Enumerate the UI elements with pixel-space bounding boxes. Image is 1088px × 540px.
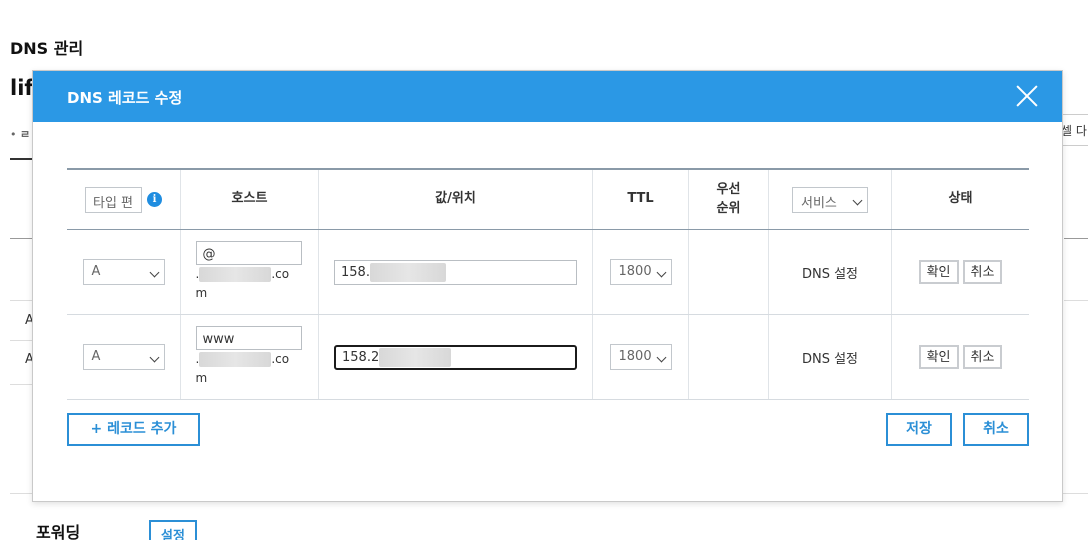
record-type-select[interactable]: A xyxy=(82,344,165,370)
ttl-cell: 1800 xyxy=(593,315,689,399)
table-header-row: 타입 편 i 호스트 값/위치 TTL 우선 순위 서비스 상태 xyxy=(67,170,1029,230)
confirm-button[interactable]: 확인 xyxy=(918,345,959,369)
tab-partial: • ㄹ xyxy=(10,128,31,141)
row-cancel-button[interactable]: 취소 xyxy=(962,345,1003,369)
dns-record-edit-modal: DNS 레코드 수정 타입 편 i 호스트 값/위치 TTL 우선순위 서비스 xyxy=(32,70,1063,502)
add-record-button[interactable]: + 레코드 추가 xyxy=(67,413,200,446)
value-input[interactable]: 158.2 xyxy=(334,344,577,370)
service-select-label: 서비스 xyxy=(801,195,837,211)
divider xyxy=(10,238,32,239)
ttl-value: 1800 xyxy=(618,349,652,364)
divider xyxy=(10,384,32,385)
domain-title: lif xyxy=(10,76,34,100)
redacted-ip xyxy=(369,262,446,282)
modal-title: DNS 레코드 수정 xyxy=(67,89,183,107)
service-header: 서비스 xyxy=(769,170,892,229)
status-cell: 확인 취소 xyxy=(892,230,1029,314)
redacted-domain xyxy=(199,267,272,283)
chevron-down-icon xyxy=(656,267,666,278)
record-type-value: A xyxy=(91,264,101,279)
confirm-button[interactable]: 확인 xyxy=(918,260,959,284)
chevron-down-icon xyxy=(852,195,863,205)
chevron-down-icon xyxy=(656,352,666,363)
ttl-select[interactable]: 1800 xyxy=(609,344,672,370)
modal-header: DNS 레코드 수정 xyxy=(33,71,1062,122)
divider xyxy=(1064,238,1088,239)
type-header: 타입 편 i xyxy=(67,170,181,229)
divider xyxy=(10,158,32,160)
type-edit-select-label: 타입 편 xyxy=(93,195,134,211)
table-row: A @ . .co m 158. 1800 DNS 설정 확인 취소 xyxy=(67,230,1029,315)
dns-record-table: 타입 편 i 호스트 값/위치 TTL 우선 순위 서비스 상태 A @ . .… xyxy=(67,168,1029,400)
host-suffix-m: m xyxy=(195,371,208,385)
value-text: 158. xyxy=(341,264,370,280)
page-title: DNS 관리 xyxy=(10,39,84,58)
service-cell: DNS 설정 xyxy=(769,230,892,314)
divider xyxy=(10,340,32,341)
priority-cell xyxy=(689,230,769,314)
value-text: 158.2 xyxy=(342,349,380,365)
table-row: A www . .co m 158.2 1800 DNS 설정 확인 취소 xyxy=(67,315,1029,400)
host-header: 호스트 xyxy=(181,170,319,229)
ttl-select[interactable]: 1800 xyxy=(609,259,672,285)
value-cell: 158.2 xyxy=(319,315,593,399)
status-cell: 확인 취소 xyxy=(892,315,1029,399)
service-select[interactable]: 서비스 xyxy=(792,186,868,213)
ttl-cell: 1800 xyxy=(593,230,689,314)
value-header: 값/위치 xyxy=(319,170,593,229)
cancel-button[interactable]: 취소 xyxy=(963,413,1029,446)
value-input[interactable]: 158. xyxy=(334,259,577,285)
type-edit-select[interactable]: 타입 편 xyxy=(85,186,142,213)
host-cell: www . .co m xyxy=(181,315,319,399)
host-input[interactable]: www xyxy=(195,326,302,351)
priority-header: 우선 순위 xyxy=(689,170,769,229)
ttl-header: TTL xyxy=(593,170,689,229)
ttl-value: 1800 xyxy=(618,264,652,279)
service-cell: DNS 설정 xyxy=(769,315,892,399)
save-button[interactable]: 저장 xyxy=(886,413,952,446)
forwarding-setting-button[interactable]: 설정 xyxy=(149,520,197,540)
host-input[interactable]: @ xyxy=(195,241,302,266)
row-cancel-button[interactable]: 취소 xyxy=(962,260,1003,284)
priority-cell xyxy=(689,315,769,399)
host-suffix-m: m xyxy=(195,286,208,300)
divider xyxy=(1064,300,1088,301)
type-cell: A xyxy=(67,230,181,314)
info-icon[interactable]: i xyxy=(147,192,162,207)
forwarding-title: 포워딩 xyxy=(36,523,81,540)
record-type-select[interactable]: A xyxy=(82,259,165,285)
chevron-down-icon xyxy=(149,352,159,363)
host-domain-suffix: . .co xyxy=(195,267,290,283)
host-group: www . .co m xyxy=(195,326,304,387)
host-group: @ . .co m xyxy=(195,241,304,302)
value-cell: 158. xyxy=(319,230,593,314)
chevron-down-icon xyxy=(149,267,159,278)
status-header: 상태 xyxy=(948,191,973,207)
host-cell: @ . .co m xyxy=(181,230,319,314)
host-domain-suffix: . .co xyxy=(195,352,290,368)
record-type-value: A xyxy=(91,349,101,364)
redacted-domain xyxy=(199,352,272,368)
close-icon[interactable] xyxy=(1014,83,1040,109)
divider xyxy=(10,300,32,301)
redacted-ip xyxy=(379,347,452,367)
type-cell: A xyxy=(67,315,181,399)
